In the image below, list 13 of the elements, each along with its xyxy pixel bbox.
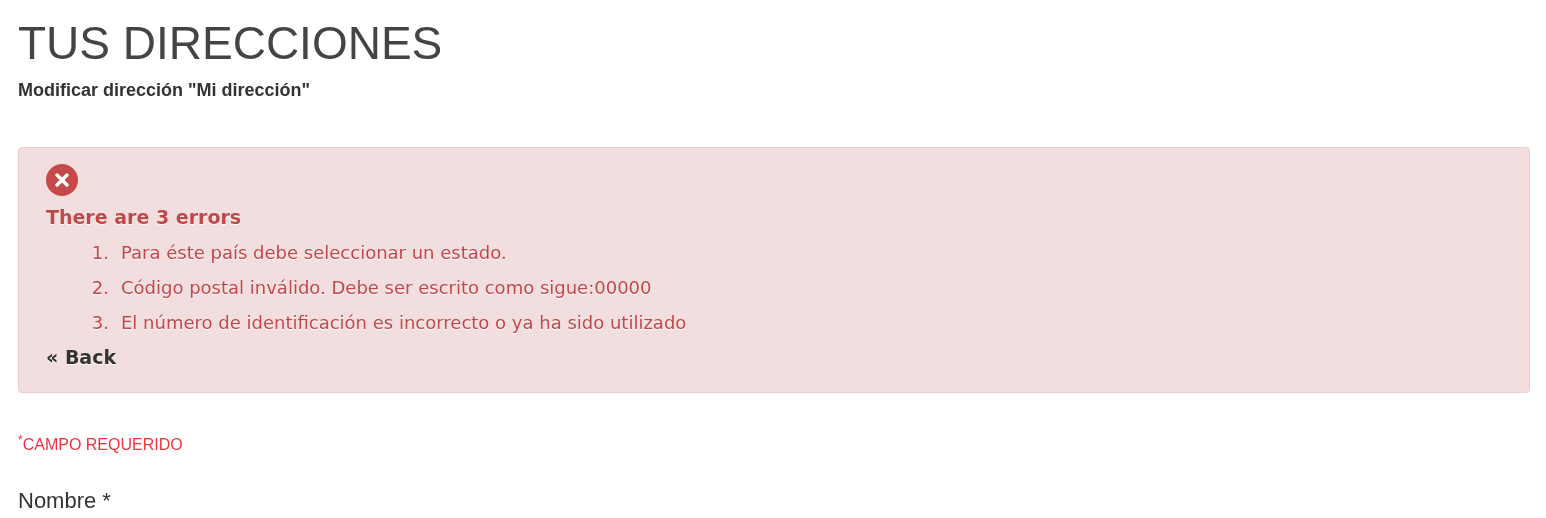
error-message: Código postal inválido. Debe ser escrito como sigue:00000: [121, 276, 652, 300]
required-note: $^{*}$CAMPO REQUERIDO: [18, 433, 184, 455]
back-link[interactable]: « Back: [46, 340, 117, 374]
error-heading: There are 3 errors: [46, 205, 243, 230]
field-label: Nombre *: [18, 488, 112, 515]
page-title: TUS DIRECCIONES: [18, 16, 444, 71]
close-icon: [46, 164, 78, 196]
list-number: 2.: [90, 276, 109, 300]
list-number: 3.: [90, 311, 109, 335]
error-message: El número de identificación es incorrecto o ya ha sido utilizado: [121, 311, 687, 335]
error-message: Para éste país debe seleccionar un estado.: [121, 241, 507, 265]
page-subtitle: Modificar dirección "Mi dirección": [18, 80, 312, 101]
list-number: 1.: [90, 241, 109, 265]
